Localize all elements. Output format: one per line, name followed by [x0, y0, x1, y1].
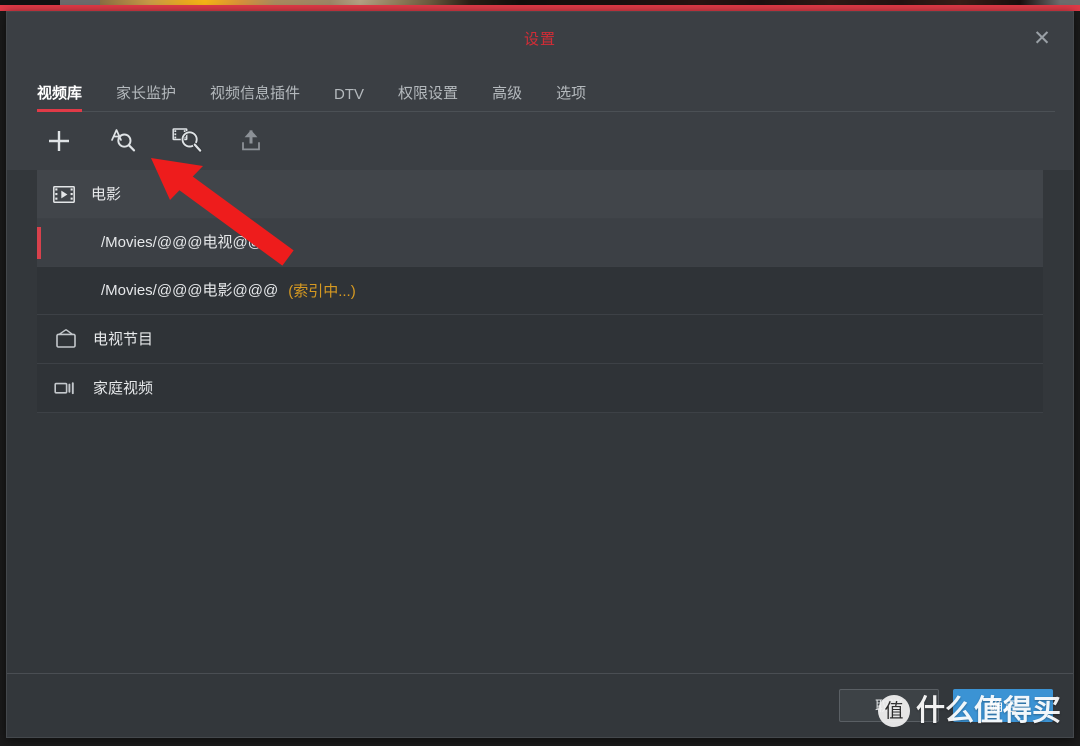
tab-dtv[interactable]: DTV: [334, 86, 364, 112]
library-toolbar: [7, 112, 1073, 170]
list-item-movies-folder-tv[interactable]: /Movies/@@@电视@@: [37, 219, 1043, 267]
screen: 设置 ✕ 视频库 家长监护 视频信息插件 DTV 权限设置 高级 选项 电影 /…: [0, 0, 1080, 746]
dialog-title: 设置: [523, 30, 556, 48]
library-list: 电影 /Movies/@@@电视@@ /Movies/@@@电影@@@ (索引中…: [37, 170, 1043, 413]
selection-indicator: [37, 227, 41, 259]
upload-icon: [237, 127, 265, 155]
cancel-button[interactable]: 取消: [839, 689, 939, 722]
settings-dialog: 设置 ✕ 视频库 家长监护 视频信息插件 DTV 权限设置 高级 选项 电影 /…: [6, 11, 1074, 738]
dialog-footer: 取消 确定 值 什么值得买: [7, 673, 1073, 737]
list-item-label: /Movies/@@@电视@@: [101, 234, 263, 251]
list-item-home-videos[interactable]: 家庭视频: [37, 364, 1043, 413]
list-item-label: 电影: [91, 185, 122, 203]
tab-parental-control[interactable]: 家长监护: [116, 82, 176, 112]
camcorder-icon: [53, 380, 79, 396]
tab-video-library[interactable]: 视频库: [37, 82, 83, 112]
list-item-label: 电视节目: [93, 330, 154, 348]
text-search-icon: [108, 126, 138, 156]
film-search-icon: [171, 126, 203, 156]
list-item-label: 家庭视频: [93, 379, 154, 397]
tab-video-info-plugin[interactable]: 视频信息插件: [210, 82, 300, 112]
ok-button[interactable]: 确定: [953, 689, 1053, 722]
close-icon[interactable]: ✕: [1025, 21, 1059, 55]
plus-icon: [45, 127, 73, 155]
library-list-area: 电影 /Movies/@@@电视@@ /Movies/@@@电影@@@ (索引中…: [7, 170, 1073, 673]
film-play-icon: [51, 185, 77, 203]
add-library-button[interactable]: [39, 121, 79, 161]
tab-options[interactable]: 选项: [556, 82, 586, 112]
tv-icon: [53, 329, 79, 349]
video-search-button[interactable]: [167, 121, 207, 161]
indexing-status-badge: (索引中...): [288, 283, 356, 300]
upload-button[interactable]: [231, 121, 271, 161]
list-item-movies[interactable]: 电影: [37, 170, 1043, 219]
tab-permission-settings[interactable]: 权限设置: [398, 82, 458, 112]
list-item-label: /Movies/@@@电影@@@: [101, 282, 279, 299]
dialog-titlebar: 设置 ✕: [7, 12, 1073, 64]
tab-advanced[interactable]: 高级: [492, 82, 522, 112]
text-search-button[interactable]: [103, 121, 143, 161]
list-item-movies-folder-movie[interactable]: /Movies/@@@电影@@@ (索引中...): [37, 267, 1043, 315]
list-item-tv-shows[interactable]: 电视节目: [37, 315, 1043, 364]
tab-bar: 视频库 家长监护 视频信息插件 DTV 权限设置 高级 选项: [7, 64, 1073, 112]
